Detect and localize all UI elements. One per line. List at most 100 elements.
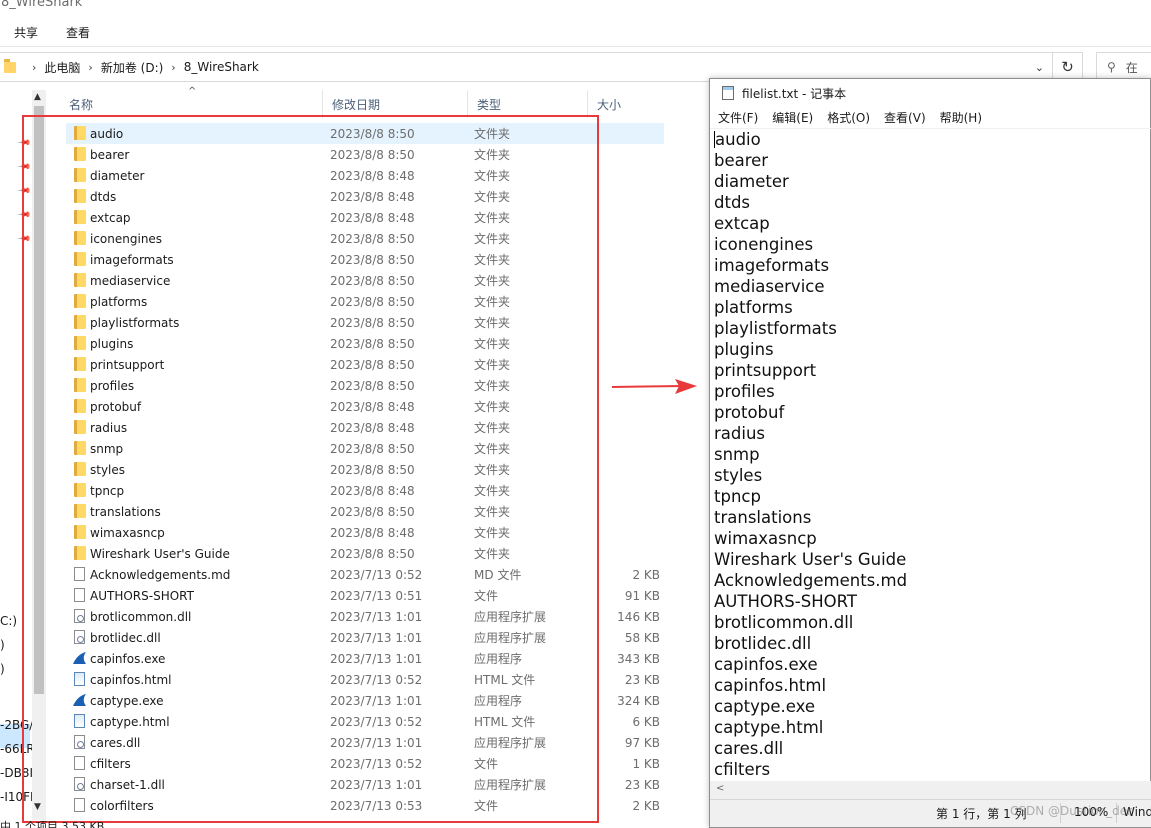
refresh-icon: ↻ (1061, 58, 1074, 76)
file-row[interactable]: cares.dll 2023/7/13 1:01 应用程序扩展 97 KB (66, 732, 666, 753)
file-row[interactable]: AUTHORS-SHORT 2023/7/13 0:51 文件 91 KB (66, 585, 666, 606)
folder-icon (72, 483, 86, 498)
file-type: 文件夹 (474, 190, 511, 204)
menu-help[interactable]: 帮助(H) (933, 109, 989, 126)
navigation-pane[interactable]: 📌 📌 📌 📌 📌 C:) ) ) -2BG/ -66LR -DB8I -I10… (0, 90, 46, 828)
text-line: iconengines (714, 234, 1150, 255)
text-line-content: styles (714, 466, 763, 485)
text-line-content: captype.exe (714, 697, 816, 716)
file-row[interactable]: captype.html 2023/7/13 0:52 HTML 文件 6 KB (66, 711, 666, 732)
file-row[interactable]: dtds 2023/8/8 8:48 文件夹 (66, 186, 666, 207)
text-line: mediaservice (714, 276, 1150, 297)
file-row[interactable]: cfilters 2023/7/13 0:52 文件 1 KB (66, 753, 666, 774)
file-type: HTML 文件 (474, 715, 536, 729)
file-row[interactable]: capinfos.exe 2023/7/13 1:01 应用程序 343 KB (66, 648, 666, 669)
file-date: 2023/7/13 0:53 (330, 798, 423, 813)
file-row[interactable]: protobuf 2023/8/8 8:48 文件夹 (66, 396, 666, 417)
file-size: 146 KB (617, 609, 660, 624)
pin-icon: 📌 (16, 159, 32, 175)
breadcrumb-drive-d[interactable]: 新加卷 (D:) (101, 59, 163, 76)
file-type: 文件夹 (474, 358, 511, 372)
file-row[interactable]: charset-1.dll 2023/7/13 1:01 应用程序扩展 23 KB (66, 774, 666, 795)
text-line-content: extcap (714, 214, 770, 233)
folder-icon (72, 336, 86, 351)
file-row[interactable]: mediaservice 2023/8/8 8:50 文件夹 (66, 270, 666, 291)
file-row[interactable]: profiles 2023/8/8 8:50 文件夹 (66, 375, 666, 396)
search-placeholder: 在 (1125, 60, 1138, 75)
notepad-text-area[interactable]: audio bearer diameter dtds extcap iconengines… (714, 129, 1150, 781)
breadcrumb-wireshark[interactable]: 8_WireShark (184, 60, 259, 74)
scrollbar-thumb[interactable] (34, 106, 44, 694)
nav-item[interactable]: ) (0, 638, 32, 652)
file-size: 343 KB (617, 651, 660, 666)
chevron-right-icon[interactable]: › (171, 61, 175, 74)
file-row[interactable]: imageformats 2023/8/8 8:50 文件夹 (66, 249, 666, 270)
file-row[interactable]: iconengines 2023/8/8 8:50 文件夹 (66, 228, 666, 249)
file-type: 应用程序 (474, 694, 523, 708)
scroll-down-icon[interactable]: ▼ (34, 802, 41, 812)
text-line: playlistformats (714, 318, 1150, 339)
file-row[interactable]: wimaxasncp 2023/8/8 8:48 文件夹 (66, 522, 666, 543)
file-type: 文件夹 (474, 253, 511, 267)
horizontal-scrollbar[interactable]: < (710, 781, 1151, 799)
file-name: Acknowledgements.md (90, 567, 231, 582)
file-name: printsupport (90, 357, 165, 372)
scroll-left-icon[interactable]: < (716, 783, 724, 794)
file-name: tpncp (90, 483, 125, 498)
file-row[interactable]: printsupport 2023/8/8 8:50 文件夹 (66, 354, 666, 375)
dll-file-icon (72, 735, 86, 750)
file-row[interactable]: plugins 2023/8/8 8:50 文件夹 (66, 333, 666, 354)
nav-item[interactable]: -66LR (0, 742, 32, 756)
file-row[interactable]: extcap 2023/8/8 8:48 文件夹 (66, 207, 666, 228)
menu-file[interactable]: 文件(F) (710, 109, 765, 126)
scroll-up-icon[interactable]: ▲ (34, 92, 41, 102)
chevron-down-icon[interactable]: ⌄ (1035, 61, 1044, 74)
menu-view[interactable]: 查看(V) (877, 109, 933, 126)
file-date: 2023/8/8 8:50 (330, 231, 415, 246)
file-name: platforms (90, 294, 148, 309)
column-header-type[interactable]: 类型 (467, 90, 587, 118)
file-type: 文件夹 (474, 232, 511, 246)
nav-item[interactable]: -DB8I (0, 766, 32, 780)
chevron-right-icon[interactable]: › (88, 61, 92, 74)
column-header-date[interactable]: 修改日期 (322, 90, 467, 118)
nav-item[interactable]: -2BG/ (0, 718, 32, 732)
column-header-size[interactable]: 大小 (587, 90, 667, 118)
nav-item[interactable]: ) (0, 662, 32, 676)
menu-format[interactable]: 格式(O) (820, 109, 877, 126)
text-line: Wireshark User's Guide (714, 549, 1150, 570)
pin-icon: 📌 (16, 207, 32, 223)
file-date: 2023/8/8 8:48 (330, 483, 415, 498)
file-row[interactable]: audio 2023/8/8 8:50 文件夹 (66, 123, 664, 144)
file-row[interactable]: Wireshark User's Guide 2023/8/8 8:50 文件夹 (66, 543, 666, 564)
nav-item[interactable]: C:) (0, 614, 32, 628)
file-row[interactable]: Acknowledgements.md 2023/7/13 0:52 MD 文件 2 … (66, 564, 666, 585)
file-row[interactable]: snmp 2023/8/8 8:50 文件夹 (66, 438, 666, 459)
file-type: 应用程序扩展 (474, 631, 547, 645)
file-row[interactable]: bearer 2023/8/8 8:50 文件夹 (66, 144, 666, 165)
notepad-window: filelist.txt - 记事本 文件(F) 编辑(E) 格式(O) 查看(… (709, 78, 1151, 828)
tab-view[interactable]: 查看 (52, 24, 104, 41)
file-row[interactable]: colorfilters 2023/7/13 0:53 文件 2 KB (66, 795, 666, 816)
nav-item[interactable]: -I10FI (0, 790, 32, 804)
file-row[interactable]: brotlidec.dll 2023/7/13 1:01 应用程序扩展 58 KB (66, 627, 666, 648)
file-row[interactable]: platforms 2023/8/8 8:50 文件夹 (66, 291, 666, 312)
file-row[interactable]: translations 2023/8/8 8:50 文件夹 (66, 501, 666, 522)
file-row[interactable]: diameter 2023/8/8 8:48 文件夹 (66, 165, 666, 186)
file-row[interactable]: capinfos.html 2023/7/13 0:52 HTML 文件 23 KB (66, 669, 666, 690)
notepad-titlebar[interactable]: filelist.txt - 记事本 (710, 79, 1151, 107)
file-row[interactable]: captype.exe 2023/7/13 1:01 应用程序 324 KB (66, 690, 666, 711)
file-row[interactable]: styles 2023/8/8 8:50 文件夹 (66, 459, 666, 480)
nav-scrollbar[interactable]: ▲ ▼ (32, 90, 46, 820)
file-row[interactable]: tpncp 2023/8/8 8:48 文件夹 (66, 480, 666, 501)
file-row[interactable]: brotlicommon.dll 2023/7/13 1:01 应用程序扩展 146 … (66, 606, 666, 627)
tab-share[interactable]: 共享 (0, 24, 52, 41)
chevron-right-icon[interactable]: › (32, 61, 36, 74)
breadcrumb-this-pc[interactable]: 此电脑 (44, 59, 80, 76)
dll-file-icon (72, 609, 86, 624)
menu-edit[interactable]: 编辑(E) (765, 109, 820, 126)
file-row[interactable]: playlistformats 2023/8/8 8:50 文件夹 (66, 312, 666, 333)
file-row[interactable]: radius 2023/8/8 8:48 文件夹 (66, 417, 666, 438)
text-line: Acknowledgements.md (714, 570, 1150, 591)
column-header-name[interactable]: 名称 (60, 90, 322, 118)
